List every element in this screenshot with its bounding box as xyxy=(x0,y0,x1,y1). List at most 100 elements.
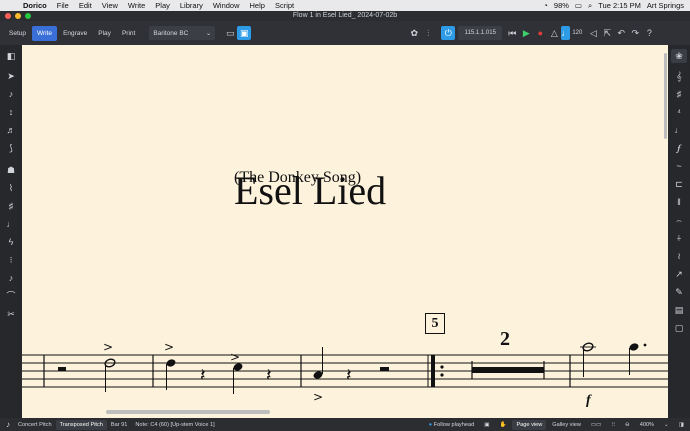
rest-icon[interactable]: ϟ xyxy=(3,235,19,249)
timecode-display[interactable]: 115.1.1.015 xyxy=(458,26,503,40)
ornaments-icon[interactable]: ~ xyxy=(671,159,687,173)
layout-selector[interactable]: Baritone BC ⌄ xyxy=(149,26,216,40)
layout-selector-value: Baritone BC xyxy=(153,29,189,37)
note-input-icon[interactable]: ♪ xyxy=(3,87,19,101)
rehearsal-mark-box[interactable]: 5 xyxy=(425,313,445,334)
undo-icon[interactable]: ↶ xyxy=(614,26,628,40)
power-icon[interactable]: ⏻ xyxy=(441,26,456,40)
battery-icon[interactable]: ▭ xyxy=(575,1,582,10)
tab-play[interactable]: Play xyxy=(93,26,116,41)
note-icon: ♩ xyxy=(561,26,571,40)
accidentals-icon[interactable]: ♯ xyxy=(3,199,19,213)
panels-toggle-icon[interactable]: ▣ xyxy=(237,26,252,40)
pan-icon[interactable]: ✋ xyxy=(495,420,510,430)
time-signature-icon[interactable]: ⁴ xyxy=(671,105,687,119)
tab-write[interactable]: Write xyxy=(32,25,58,41)
left-toolbox: ◧ ➤ ♪ ↕ ♬ ⟆ ☗ ⌇ ♯ ♩ ϟ ⁝ ♪ ⌒ ✂ xyxy=(0,45,22,418)
video-icon[interactable]: ✿ xyxy=(407,26,421,40)
slur-icon[interactable]: ⌒ xyxy=(3,289,19,303)
zoom-level[interactable]: 400% xyxy=(636,420,658,430)
menu-play[interactable]: Play xyxy=(150,0,175,11)
menu-view[interactable]: View xyxy=(97,0,123,11)
speaker-icon[interactable]: ◁ xyxy=(586,26,600,40)
vertical-scrollbar[interactable] xyxy=(664,53,667,139)
external-window-icon[interactable]: ⇱ xyxy=(600,26,614,40)
chevron-down-icon[interactable]: ⌄ xyxy=(660,420,673,430)
clef-icon[interactable]: 𝄞 xyxy=(671,69,687,83)
menu-file[interactable]: File xyxy=(52,0,74,11)
quarter-rest: 𝄽 xyxy=(266,365,272,386)
page-arrangement-icon[interactable]: ▣ xyxy=(480,420,493,430)
minimize-window-button[interactable] xyxy=(15,13,21,19)
dynamic-marking[interactable]: f xyxy=(586,393,591,409)
select-arrow-icon[interactable]: ➤ xyxy=(3,69,19,83)
zoom-window-button[interactable] xyxy=(25,13,31,19)
chord-symbols-icon[interactable]: ▤ xyxy=(671,303,687,317)
metronome-icon[interactable]: △ xyxy=(547,26,561,40)
multibar-rest xyxy=(471,361,545,379)
menu-help[interactable]: Help xyxy=(245,0,270,11)
arpeggio-icon[interactable]: ≀ xyxy=(671,249,687,263)
mixer-icon[interactable]: ⫶ xyxy=(421,26,435,40)
panel-right-icon[interactable]: ◨ xyxy=(675,420,688,430)
follow-playhead-toggle[interactable]: ● Follow playhead xyxy=(425,420,478,430)
user-name[interactable]: Art Springs xyxy=(647,1,684,10)
rewind-icon[interactable]: ⏮ xyxy=(505,26,519,40)
staff-system[interactable]: > > 𝄽 > 𝄽 > 𝄽 xyxy=(22,45,668,418)
tempo-display[interactable]: ♩ 120 xyxy=(561,26,582,40)
score-view[interactable]: Esel Lied (The Donkey Song) > > 𝄽 > 𝄽 > … xyxy=(22,45,668,418)
menu-edit[interactable]: Edit xyxy=(74,0,97,11)
help-icon[interactable]: ? xyxy=(642,26,656,40)
panel-toggle-icon[interactable]: ◧ xyxy=(3,49,19,63)
menu-script[interactable]: Script xyxy=(270,0,299,11)
grace-note-icon[interactable]: ♪ xyxy=(3,271,19,285)
menu-app[interactable]: Dorico xyxy=(18,0,52,11)
bar-lines-icon[interactable]: ‖ xyxy=(671,195,687,209)
transposed-pitch-button[interactable]: Transposed Pitch xyxy=(55,419,107,430)
horizontal-scrollbar[interactable] xyxy=(106,410,270,414)
lyrics-icon[interactable]: ✎ xyxy=(671,285,687,299)
menu-window[interactable]: Window xyxy=(208,0,245,11)
tie-icon[interactable]: ⟆ xyxy=(3,141,19,155)
grid-icon[interactable]: ⁝⁝ xyxy=(607,420,619,430)
status-bar-right: ● Follow playhead ▣ ✋ Page view Galley v… xyxy=(425,419,688,430)
accent-mark: > xyxy=(230,350,240,364)
record-icon[interactable]: ● xyxy=(533,26,547,40)
concert-pitch-button[interactable]: Concert Pitch xyxy=(14,420,56,430)
tab-print[interactable]: Print xyxy=(117,26,140,41)
menu-library[interactable]: Library xyxy=(175,0,208,11)
repeat-icon[interactable]: ⊏ xyxy=(671,177,687,191)
playing-technique-icon[interactable]: ⍭ xyxy=(671,231,687,245)
tuplet-icon[interactable]: ⁝ xyxy=(3,253,19,267)
comments-icon[interactable]: ▢ xyxy=(671,321,687,335)
search-icon[interactable]: ⌕ xyxy=(588,1,592,11)
lock-icon[interactable]: ☗ xyxy=(3,163,19,177)
clock[interactable]: Tue 2:15 PM xyxy=(598,1,641,10)
caret-icon[interactable]: ⌇ xyxy=(3,181,19,195)
tab-setup[interactable]: Setup xyxy=(4,26,31,41)
glissando-icon[interactable]: ↗ xyxy=(671,267,687,281)
chord-icon[interactable]: ♬ xyxy=(3,123,19,137)
window-layout-icon[interactable]: ▭ xyxy=(223,26,237,40)
close-window-button[interactable] xyxy=(5,13,11,19)
redo-icon[interactable]: ↷ xyxy=(628,26,642,40)
play-icon[interactable]: ▶ xyxy=(519,26,533,40)
wifi-icon[interactable]: ◔ xyxy=(543,1,548,10)
insert-icon[interactable]: ↕ xyxy=(3,105,19,119)
scissors-icon[interactable]: ✂ xyxy=(3,307,19,321)
spread-icon[interactable]: ▭▭ xyxy=(587,420,606,430)
galley-view-button[interactable]: Galley view xyxy=(548,420,585,430)
page-view-button[interactable]: Page view xyxy=(512,419,547,430)
key-signature-icon[interactable]: ♯ xyxy=(671,87,687,101)
duration-icon[interactable]: ♩ xyxy=(3,217,19,231)
quarter-rest: 𝄽 xyxy=(346,365,352,386)
holds-icon[interactable]: ⌢ xyxy=(671,213,687,227)
tempo-marking-icon[interactable]: ♩ xyxy=(671,123,687,137)
tab-engrave[interactable]: Engrave xyxy=(58,26,92,41)
menu-write[interactable]: Write xyxy=(123,0,150,11)
note-input-status-icon[interactable]: ♪ xyxy=(2,418,14,431)
zoom-out-icon[interactable]: ⊖ xyxy=(621,420,634,430)
palette-icon[interactable]: ❀ xyxy=(671,49,687,63)
multirest-count[interactable]: 2 xyxy=(500,328,510,351)
dynamics-icon[interactable]: 𝆑 xyxy=(671,141,687,155)
